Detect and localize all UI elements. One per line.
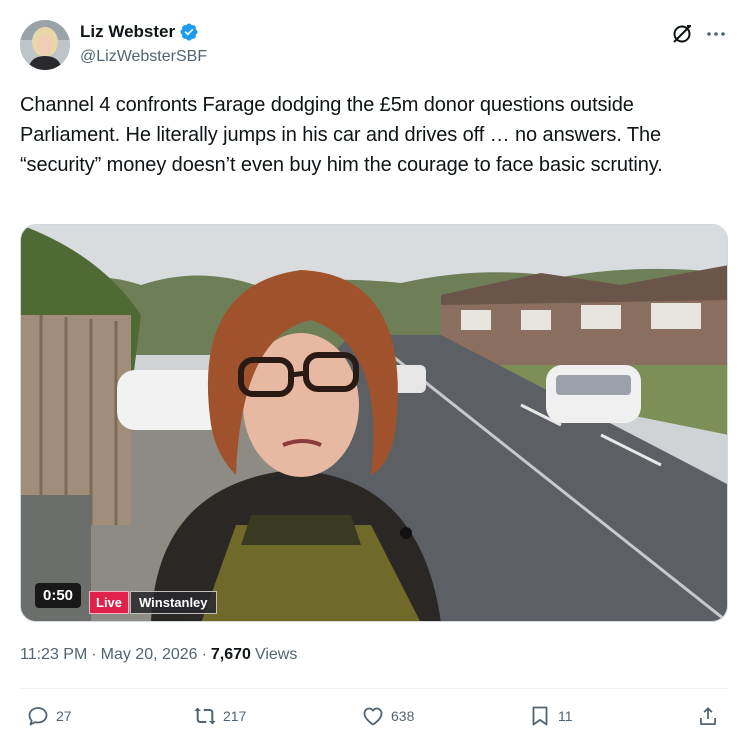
like-count: 638 bbox=[391, 708, 415, 724]
verified-badge-icon bbox=[179, 22, 199, 42]
avatar-image bbox=[20, 20, 70, 70]
repost-button[interactable]: 217 bbox=[193, 704, 246, 728]
views-label: Views bbox=[254, 646, 298, 663]
meta-separator: · bbox=[201, 646, 207, 663]
video-frame bbox=[21, 225, 727, 621]
location-badge: Winstanley bbox=[130, 591, 217, 614]
more-options-icon[interactable] bbox=[704, 22, 728, 46]
reply-count: 27 bbox=[56, 708, 72, 724]
repost-icon bbox=[194, 707, 216, 725]
tweet-card: Liz Webster @LizWebsterSBF Channel 4 con… bbox=[0, 0, 749, 746]
repost-count: 217 bbox=[223, 708, 247, 724]
author-handle[interactable]: @LizWebsterSBF bbox=[80, 48, 207, 66]
bookmark-button[interactable]: 11 bbox=[528, 704, 573, 728]
author-name-row: Liz Webster bbox=[80, 22, 199, 42]
share-icon bbox=[700, 707, 716, 725]
tweet-date[interactable]: May 20, 2026 bbox=[101, 646, 198, 664]
bookmark-count: 11 bbox=[558, 708, 573, 724]
like-button[interactable]: 638 bbox=[361, 704, 414, 728]
live-badge: Live bbox=[89, 591, 130, 614]
reply-icon bbox=[28, 707, 48, 726]
views-count: 7,670 bbox=[210, 646, 251, 663]
video-player[interactable]: 0:50 Live Winstanley bbox=[20, 224, 728, 622]
action-bar: 27 217 638 11 bbox=[0, 704, 749, 734]
meta-separator: · bbox=[91, 646, 97, 663]
tweet-text: Channel 4 confronts Farage dodging the £… bbox=[20, 94, 663, 176]
grok-icon[interactable] bbox=[670, 22, 694, 46]
video-duration: 0:50 bbox=[35, 583, 82, 608]
divider bbox=[20, 688, 728, 689]
bookmark-icon bbox=[532, 706, 548, 726]
share-button[interactable] bbox=[696, 704, 720, 728]
reply-button[interactable]: 27 bbox=[26, 704, 72, 728]
heart-icon bbox=[363, 707, 383, 726]
tweet-time[interactable]: 11:23 PM bbox=[20, 646, 87, 664]
tweet-meta: 11:23 PM · May 20, 2026 · 7,670 Views bbox=[20, 646, 297, 664]
author-display-name[interactable]: Liz Webster bbox=[80, 22, 175, 42]
avatar[interactable] bbox=[20, 20, 70, 70]
